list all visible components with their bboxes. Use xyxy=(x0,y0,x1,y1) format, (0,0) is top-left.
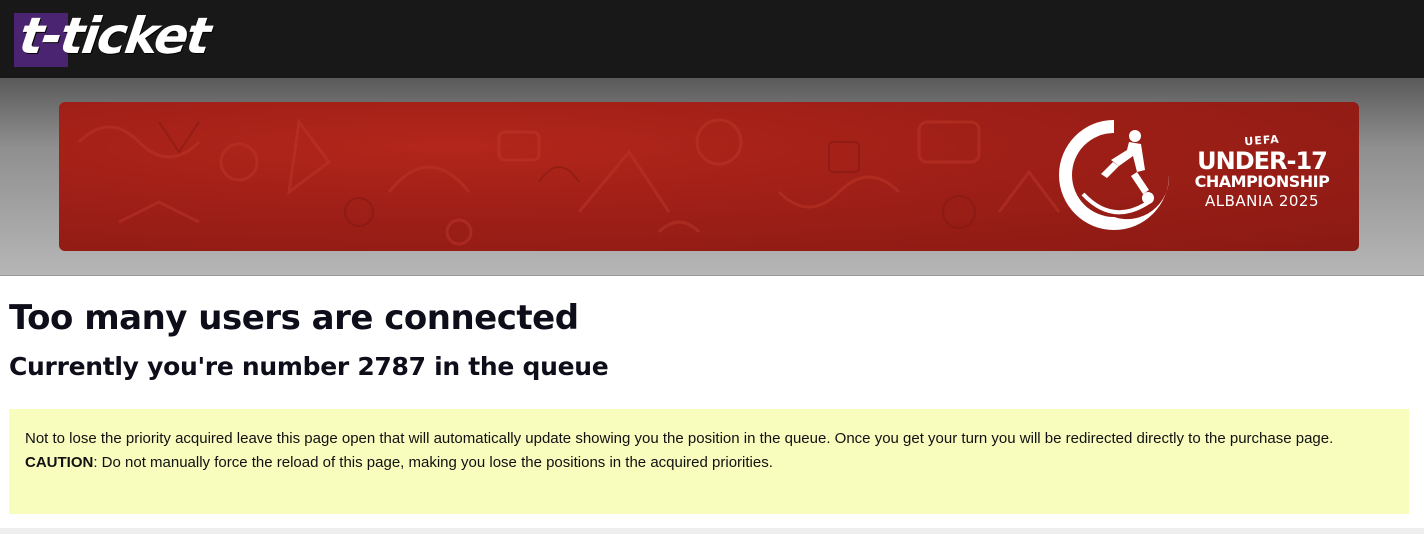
queue-notice: Not to lose the priority acquired leave … xyxy=(9,409,1409,514)
event-name-line2: CHAMPIONSHIP xyxy=(1194,172,1330,191)
event-name-line1: UNDER-17 xyxy=(1197,147,1328,175)
banner-area: UEFA UNDER-17 CHAMPIONSHIP ALBANIA 2025 xyxy=(0,78,1424,276)
event-banner: UEFA UNDER-17 CHAMPIONSHIP ALBANIA 2025 xyxy=(59,102,1359,251)
notice-info-text: Not to lose the priority acquired leave … xyxy=(25,430,1334,447)
top-navigation-bar: t-ticket xyxy=(0,0,1424,78)
championship-emblem-icon xyxy=(1059,120,1170,230)
logo-text: t-ticket xyxy=(15,7,213,65)
championship-wordmark: UEFA UNDER-17 CHAMPIONSHIP ALBANIA 2025 xyxy=(1187,133,1337,211)
queue-content: Too many users are connected Currently y… xyxy=(0,276,1424,534)
page-title: Too many users are connected xyxy=(9,298,579,338)
t-ticket-logo[interactable]: t-ticket xyxy=(14,7,294,67)
event-location-year: ALBANIA 2025 xyxy=(1204,192,1320,210)
caution-text: : Do not manually force the reload of th… xyxy=(93,454,773,471)
queue-position-text: Currently you're number 2787 in the queu… xyxy=(9,352,609,381)
page-divider xyxy=(0,528,1424,534)
caution-label: CAUTION xyxy=(25,454,94,471)
